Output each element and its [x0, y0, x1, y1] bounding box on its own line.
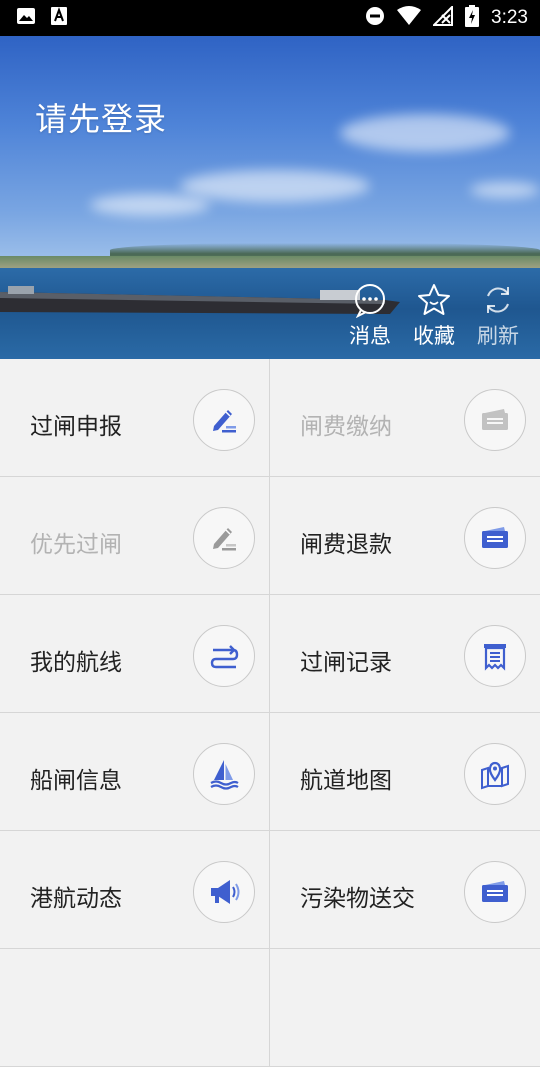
menu-item-label: 过闸申报: [30, 414, 122, 440]
menu-item-label: 航道地图: [300, 768, 392, 794]
menu-item-priority-passage[interactable]: 优先过闸: [0, 477, 270, 595]
edit-icon: [193, 507, 255, 569]
menu-item-label: 港航动态: [30, 886, 122, 912]
star-icon: [418, 284, 450, 315]
menu-item-label: 闸费缴纳: [300, 414, 392, 440]
menu-item-label: 我的航线: [30, 650, 122, 676]
menu-item-lock-records[interactable]: 过闸记录: [270, 595, 540, 713]
receipt-icon: [464, 625, 526, 687]
header-actions: 消息 收藏 刷新: [344, 282, 524, 350]
menu-item-empty: [270, 949, 540, 1067]
favorites-button[interactable]: 收藏: [408, 282, 460, 350]
refresh-button[interactable]: 刷新: [472, 282, 524, 350]
map-pin-icon: [464, 743, 526, 805]
banner-cloud: [340, 114, 510, 152]
menu-item-lock-declaration[interactable]: 过闸申报: [0, 359, 270, 477]
status-bar: 3:23: [0, 0, 540, 36]
message-label: 消息: [349, 324, 391, 348]
refresh-label: 刷新: [477, 324, 519, 348]
menu-item-label: 过闸记录: [300, 650, 392, 676]
megaphone-icon: [193, 861, 255, 923]
menu-item-label: 优先过闸: [30, 532, 122, 558]
barge-image: [0, 286, 400, 314]
status-right: 3:23: [365, 4, 528, 31]
menu-item-label: 污染物送交: [300, 886, 415, 912]
status-left: [16, 6, 68, 30]
status-time: 3:23: [491, 7, 528, 28]
menu-item-label: 闸费退款: [300, 532, 392, 558]
menu-item-pollutant-delivery[interactable]: 污染物送交: [270, 831, 540, 949]
banner-cloud: [470, 182, 540, 198]
banner-cloud: [90, 194, 210, 216]
battery-charging-icon: [465, 5, 480, 31]
login-prompt[interactable]: 请先登录: [35, 94, 167, 140]
menu-item-my-routes[interactable]: 我的航线: [0, 595, 270, 713]
menu-item-label: 船闸信息: [30, 768, 122, 794]
header-banner: 请先登录 消息 收藏 刷新: [0, 36, 540, 359]
message-button[interactable]: 消息: [344, 282, 396, 350]
edit-icon: [193, 389, 255, 451]
refresh-icon: [487, 287, 509, 313]
sailboat-icon: [193, 743, 255, 805]
font-icon: [50, 6, 68, 30]
ticket-icon: [464, 389, 526, 451]
message-icon: [355, 284, 385, 318]
no-signal-icon: [431, 4, 454, 30]
image-icon: [16, 7, 36, 29]
wifi-icon: [397, 6, 422, 30]
menu-item-lock-fee-payment[interactable]: 闸费缴纳: [270, 359, 540, 477]
do-not-disturb-icon: [365, 6, 385, 30]
banner-cloud: [180, 170, 370, 202]
ticket-icon: [464, 507, 526, 569]
ticket-icon: [464, 861, 526, 923]
menu-item-channel-map[interactable]: 航道地图: [270, 713, 540, 831]
menu-item-port-news[interactable]: 港航动态: [0, 831, 270, 949]
favorites-label: 收藏: [413, 324, 455, 348]
menu-grid: 过闸申报 闸费缴纳 优先过闸 闸费退款 我的航线 过闸记录 船闸信息 航道地图 …: [0, 359, 540, 1067]
menu-item-lock-info[interactable]: 船闸信息: [0, 713, 270, 831]
menu-item-empty: [0, 949, 270, 1067]
menu-item-lock-fee-refund[interactable]: 闸费退款: [270, 477, 540, 595]
route-icon: [193, 625, 255, 687]
